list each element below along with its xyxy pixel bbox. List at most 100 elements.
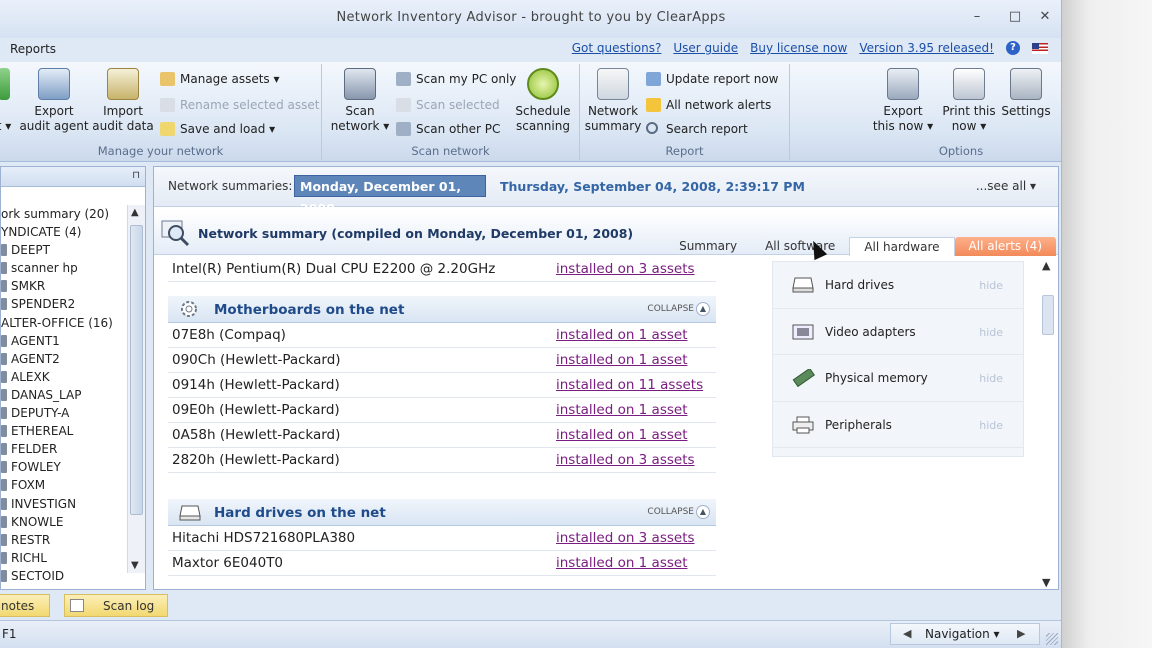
scan-network-button[interactable]: Scan network ▾ xyxy=(330,68,390,134)
link-got-questions[interactable]: Got questions? xyxy=(572,41,662,55)
scan-selected-button[interactable]: Scan selected xyxy=(396,96,500,114)
installed-link[interactable]: installed on 3 assets xyxy=(556,526,695,551)
main-scrollbar[interactable]: ▲ ▼ xyxy=(1040,259,1056,589)
main-scroll-thumb[interactable] xyxy=(1042,295,1054,335)
installed-link[interactable]: installed on 11 assets xyxy=(556,373,703,398)
export-now-button[interactable]: Export this now ▾ xyxy=(868,68,938,134)
collapse-up-icon[interactable]: ▲ xyxy=(696,505,710,519)
minimize-button[interactable]: – xyxy=(966,8,988,26)
hide-link[interactable]: hide xyxy=(979,279,1003,292)
other-summary-date[interactable]: Thursday, September 04, 2008, 2:39:17 PM xyxy=(500,179,805,194)
save-load-button[interactable]: Save and load ▾ xyxy=(160,120,275,138)
tree-item[interactable]: ETHEREAL xyxy=(1,422,119,440)
tree-item[interactable]: FOXM xyxy=(1,476,119,494)
gear-icon xyxy=(181,301,197,317)
close-button[interactable]: ✕ xyxy=(1034,8,1056,26)
help-icon[interactable]: ? xyxy=(1006,41,1020,55)
tree-item[interactable]: SPENDER2 xyxy=(1,295,119,313)
link-user-guide[interactable]: User guide xyxy=(673,41,738,55)
installed-link[interactable]: installed on 1 asset xyxy=(556,423,688,448)
tree-item[interactable]: KNOWLE xyxy=(1,513,119,531)
tab-all-alerts[interactable]: All alerts (4) xyxy=(954,237,1056,256)
tree-item[interactable]: AGENT1 xyxy=(1,332,119,350)
installed-link[interactable]: installed on 1 asset xyxy=(556,398,688,423)
search-report-button[interactable]: Search report xyxy=(646,120,748,138)
hide-link[interactable]: hide xyxy=(979,419,1003,432)
settings-button[interactable]: Settings xyxy=(998,68,1054,119)
collapse-up-icon[interactable]: ▲ xyxy=(696,302,710,316)
pin-icon[interactable]: ⊓ xyxy=(132,170,140,181)
scroll-down-icon[interactable]: ▼ xyxy=(1042,576,1050,589)
tree-item[interactable]: FELDER xyxy=(1,440,119,458)
schedule-scanning-button[interactable]: Schedule scanning xyxy=(512,68,574,134)
see-all-dropdown[interactable]: ...see all ▾ xyxy=(976,179,1036,193)
nav-back-icon[interactable]: ◀ xyxy=(903,624,911,644)
tab-notes[interactable]: notes xyxy=(0,594,50,617)
print-now-button[interactable]: Print this now ▾ xyxy=(938,68,1000,134)
tree-item[interactable]: DANAS_LAP xyxy=(1,386,119,404)
partial-button[interactable]: t ▾ xyxy=(0,68,12,134)
us-flag-icon[interactable] xyxy=(1032,42,1048,54)
resize-grip-icon[interactable] xyxy=(1046,633,1058,645)
tree-item[interactable]: ALTER-OFFICE (16) xyxy=(1,314,119,332)
video-adapter-icon xyxy=(792,324,814,339)
tree-item[interactable]: FOWLEY xyxy=(1,458,119,476)
tree-item[interactable]: SECTOID xyxy=(1,567,119,585)
tab-all-hardware[interactable]: All hardware xyxy=(849,237,955,256)
hide-link[interactable]: hide xyxy=(979,372,1003,385)
maximize-button[interactable]: □ xyxy=(1004,8,1026,26)
installed-link[interactable]: installed on 1 asset xyxy=(556,323,688,348)
tab-summary[interactable]: Summary xyxy=(665,237,751,256)
network-summary-button[interactable]: Network summary xyxy=(584,68,642,134)
link-buy-license[interactable]: Buy license now xyxy=(750,41,847,55)
tree-item[interactable]: ork summary (20) xyxy=(1,205,119,223)
group-label-manage: Manage your network xyxy=(97,144,224,158)
hw-item-physical-memory[interactable]: Physical memory hide xyxy=(773,355,1023,402)
navigation-dropdown[interactable]: ◀ Navigation ▾ ▶ xyxy=(890,623,1040,645)
update-report-button[interactable]: Update report now xyxy=(646,70,779,88)
hw-item-label: Peripherals xyxy=(825,417,892,432)
tree-scrollbar[interactable]: ▲ ▼ xyxy=(127,205,145,573)
scroll-down-icon[interactable]: ▼ xyxy=(131,560,139,571)
tree-item[interactable]: INVESTIGN xyxy=(1,495,119,513)
rename-asset-button[interactable]: Rename selected asset xyxy=(160,96,319,114)
installed-link[interactable]: installed on 3 assets xyxy=(556,448,695,473)
tree-scroll-thumb[interactable] xyxy=(130,225,143,515)
tree-item[interactable]: DEEPT xyxy=(1,241,119,259)
manage-assets-button[interactable]: Manage assets ▾ xyxy=(160,70,280,88)
import-audit-data-button[interactable]: Import audit data xyxy=(92,68,154,134)
selected-summary-date[interactable]: Monday, December 01, 2008 xyxy=(294,175,486,216)
tree-item[interactable]: AGENT2 xyxy=(1,350,119,368)
installed-link[interactable]: installed on 3 assets xyxy=(556,257,695,282)
collapse-label[interactable]: COLLAPSE xyxy=(647,507,694,517)
scroll-up-icon[interactable]: ▲ xyxy=(131,207,139,218)
tree-item[interactable]: RESTR xyxy=(1,531,119,549)
tree-item[interactable]: YNDICATE (4) xyxy=(1,223,119,241)
tree-item[interactable]: RICHL xyxy=(1,549,119,567)
collapse-label[interactable]: COLLAPSE xyxy=(647,304,694,314)
tab-all-software[interactable]: All software xyxy=(751,237,849,256)
tree-item[interactable]: DEPUTY-A xyxy=(1,404,119,422)
network-summaries-label: Network summaries: xyxy=(168,179,293,193)
tree-item[interactable]: ALEXK xyxy=(1,368,119,386)
hw-item-hard-drives[interactable]: Hard drives hide xyxy=(773,262,1023,309)
nav-forward-icon[interactable]: ▶ xyxy=(1017,624,1025,644)
menu-reports[interactable]: Reports xyxy=(10,42,56,56)
link-version[interactable]: Version 3.95 released! xyxy=(859,41,994,55)
scan-other-pc-button[interactable]: Scan other PC xyxy=(396,120,500,138)
hw-item-video-adapters[interactable]: Video adapters hide xyxy=(773,309,1023,355)
installed-link[interactable]: installed on 1 asset xyxy=(556,348,688,373)
hw-item-peripherals[interactable]: Peripherals hide xyxy=(773,402,1023,448)
installed-link[interactable]: installed on 1 asset xyxy=(556,551,688,576)
status-bar: F1 ◀ Navigation ▾ ▶ xyxy=(0,620,1061,648)
export-audit-agent-button[interactable]: Export audit agent xyxy=(18,68,90,134)
tree-item[interactable]: scanner hp xyxy=(1,259,119,277)
hide-link[interactable]: hide xyxy=(979,326,1003,339)
scroll-up-icon[interactable]: ▲ xyxy=(1042,259,1050,272)
tree-item[interactable]: SMKR xyxy=(1,277,119,295)
hard-drive-icon xyxy=(792,277,814,293)
summary-bar: Network summaries: Monday, December 01, … xyxy=(154,167,1058,216)
scan-my-pc-button[interactable]: Scan my PC only xyxy=(396,70,516,88)
motherboards-list: 07E8h (Compaq) installed on 1 asset 090Ch … xyxy=(168,323,716,473)
all-alerts-button[interactable]: All network alerts xyxy=(646,96,771,114)
